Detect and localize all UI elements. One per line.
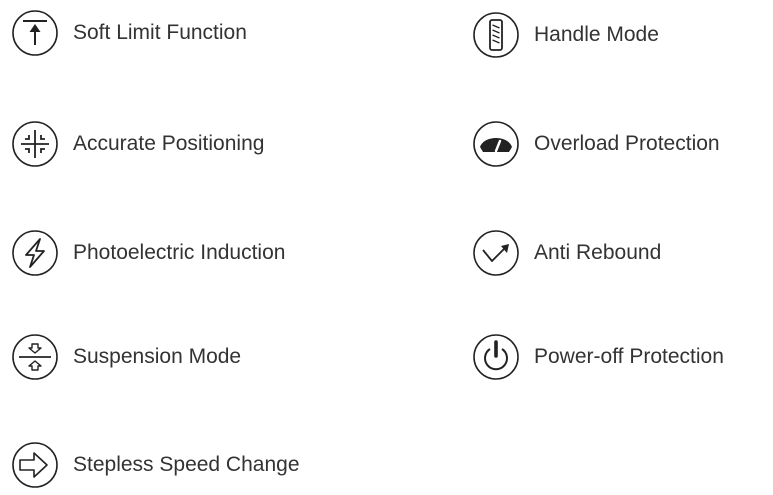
feature-handle-mode: Handle Mode (471, 10, 659, 60)
feature-label: Power-off Protection (534, 345, 724, 368)
soft-limit-icon (10, 8, 60, 58)
feature-suspension-mode: Suspension Mode (10, 332, 241, 382)
feature-power-off-protection: Power-off Protection (471, 332, 724, 382)
power-off-protection-icon (471, 332, 521, 382)
feature-overload-protection: Overload Protection (471, 119, 720, 169)
photoelectric-induction-icon (10, 228, 60, 278)
feature-label: Photoelectric Induction (73, 241, 286, 264)
feature-label: Overload Protection (534, 132, 720, 155)
feature-accurate-positioning: Accurate Positioning (10, 119, 264, 169)
feature-label: Stepless Speed Change (73, 453, 300, 476)
feature-label: Suspension Mode (73, 345, 242, 368)
feature-label: Anti Rebound (534, 241, 662, 264)
feature-anti-rebound: Anti Rebound (471, 228, 661, 278)
feature-stepless-speed-change: Stepless Speed Change (10, 440, 300, 490)
feature-label: Accurate Positioning (73, 132, 265, 155)
feature-label: Soft Limit Function (73, 21, 247, 44)
feature-soft-limit: Soft Limit Function (10, 8, 247, 58)
stepless-speed-change-icon (10, 440, 60, 490)
anti-rebound-icon (471, 228, 521, 278)
suspension-mode-icon (10, 332, 60, 382)
accurate-positioning-icon (10, 119, 60, 169)
feature-label: Handle Mode (534, 23, 659, 46)
handle-mode-icon (471, 10, 521, 60)
overload-protection-icon (471, 119, 521, 169)
feature-photoelectric-induction: Photoelectric Induction (10, 228, 285, 278)
